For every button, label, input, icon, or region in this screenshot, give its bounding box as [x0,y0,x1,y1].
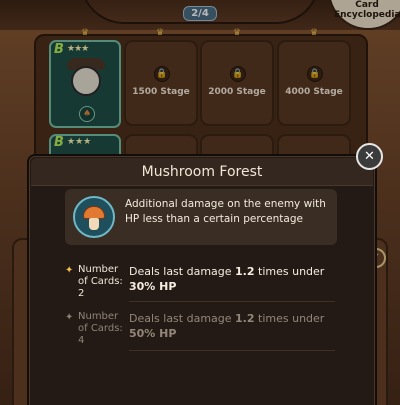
effect-card-count: Number of Cards: 4 [78,311,123,346]
synergy-description-box: Additional damage on the enemy with HP l… [65,189,337,245]
divider [129,301,335,302]
effect-card-count: Number of Cards: 2 [78,264,123,299]
effect-description: Deals last damage 1.2 times under 50% HP [129,312,325,340]
synergy-effect-active: ✦ Number of Cards: 2 Deals last damage 1… [65,264,337,314]
popup-title: Mushroom Forest [141,164,263,180]
popup-header: Mushroom Forest [31,158,373,186]
star-icon: ✦ [65,265,74,276]
synergy-popup: Mushroom Forest Additional damage on the… [27,154,377,405]
effect-description: Deals last damage 1.2 times under 30% HP [129,265,325,293]
mushroom-icon [73,196,115,238]
divider [129,350,335,351]
star-icon: ✦ [65,312,74,323]
synergy-effect-inactive: ✦ Number of Cards: 4 Deals last damage 1… [65,311,337,361]
close-button[interactable]: ✕ [356,143,383,170]
close-icon: ✕ [364,149,375,164]
synergy-description: Additional damage on the enemy with HP l… [125,198,326,225]
mushroom-stem [89,218,99,230]
